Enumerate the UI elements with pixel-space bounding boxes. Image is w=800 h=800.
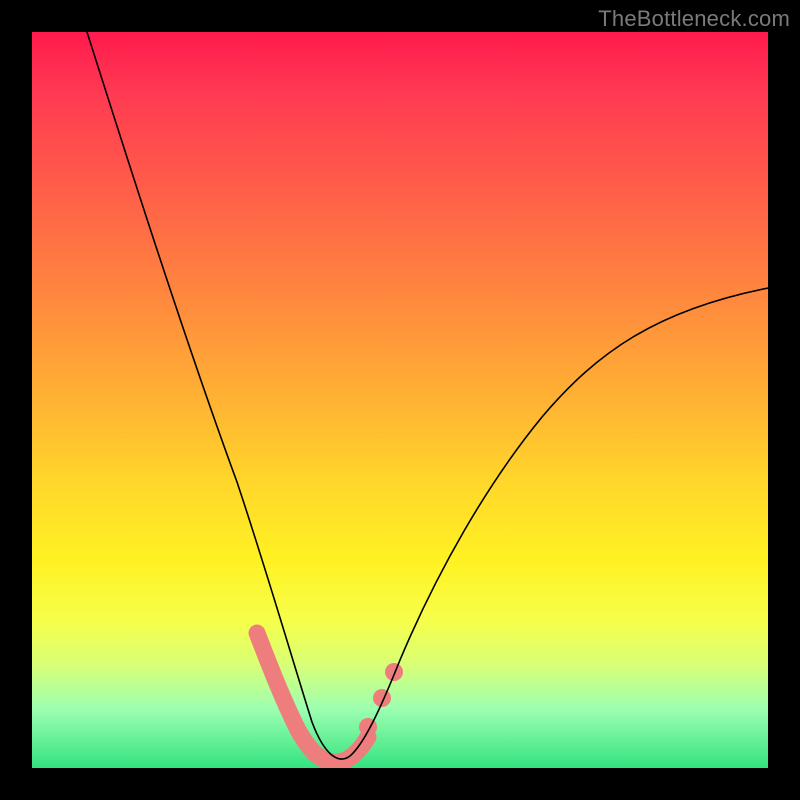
valley-highlight xyxy=(257,633,368,762)
plot-area xyxy=(32,32,768,768)
chart-frame: TheBottleneck.com xyxy=(0,0,800,800)
watermark-text: TheBottleneck.com xyxy=(598,6,790,32)
bottleneck-curve xyxy=(87,32,768,759)
curve-svg xyxy=(32,32,768,768)
valley-marker-right-3 xyxy=(385,663,403,681)
